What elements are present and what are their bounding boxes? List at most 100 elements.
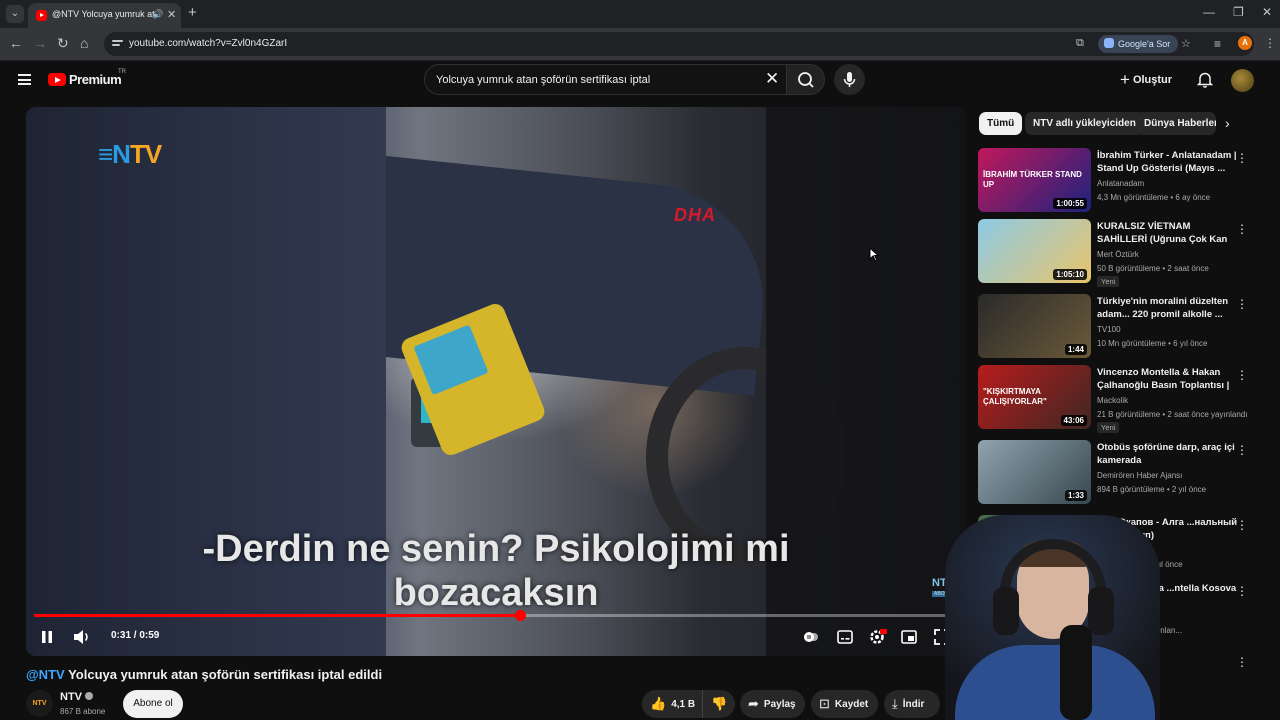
channel-hashtag[interactable]: @NTV [26, 667, 65, 682]
browser-tab[interactable]: @NTV Yolcuya yumruk atan 🔊 ✕ [28, 3, 181, 28]
subscribe-button[interactable]: Abone ol [123, 690, 183, 718]
headset-earcup-left [993, 587, 1019, 635]
bookmark-star-icon[interactable]: ☆ [1181, 37, 1191, 50]
chevron-right-icon[interactable]: › [1225, 115, 1230, 131]
thumbnail-text: İBRAHİM TÜRKER STAND UP [983, 170, 1082, 189]
create-button[interactable]: + Oluştur [1120, 70, 1172, 90]
more-actions-icon[interactable]: ⋮ [1236, 297, 1248, 311]
back-icon[interactable]: ← [9, 36, 23, 50]
maximize-icon[interactable]: ❐ [1233, 5, 1244, 19]
channel-avatar[interactable]: NTV [26, 690, 53, 717]
chip-world-news[interactable]: Dünya Haberleri [1136, 112, 1216, 135]
more-actions-icon[interactable]: ⋮ [1236, 443, 1248, 457]
more-actions-icon[interactable]: ⋮ [1236, 655, 1248, 669]
window-close-icon[interactable]: ✕ [1262, 5, 1272, 19]
tab-close-icon[interactable]: ✕ [167, 8, 176, 21]
reload-icon[interactable]: ↻ [57, 36, 69, 50]
browser-menu-icon[interactable]: ⋮ [1264, 36, 1276, 50]
browser-tab-strip: ⌄ @NTV Yolcuya yumruk atan 🔊 ✕ + — ❐ ✕ [0, 0, 1280, 28]
download-button[interactable]: ⤓ İndir [884, 690, 940, 718]
notifications-bell-icon[interactable] [1196, 71, 1214, 88]
recommendation-thumbnail[interactable]: 1:05:10 [978, 219, 1091, 283]
more-actions-icon[interactable]: ⋮ [1236, 584, 1248, 598]
recommendation-item[interactable]: İBRAHİM TÜRKER STAND UP 1:00:55 İbrahim Tü… [978, 148, 1268, 214]
recommendation-meta: 10 Mn görüntüleme • 6 yıl önce [1097, 339, 1208, 348]
more-actions-icon[interactable]: ⋮ [1236, 151, 1248, 165]
recommendation-item[interactable]: 1:33 Otobüs şoförüne darp, araç içi kamer… [978, 440, 1268, 506]
recommendation-channel[interactable]: Mackolik [1097, 396, 1128, 405]
recommendation-thumbnail[interactable]: 1:33 [978, 440, 1091, 504]
recommendation-title[interactable]: İbrahim Türker - Anlatanadam | Stand Up … [1097, 149, 1239, 175]
recommendation-item[interactable]: 1:05:10 KURALSIZ VİETNAM SAHİLLERİ (Uğrun… [978, 219, 1268, 287]
recommendation-thumbnail[interactable]: "KIŞKIRTMAYA ÇALIŞIYORLAR" 43:06 [978, 365, 1091, 429]
youtube-logo-icon[interactable] [48, 73, 66, 86]
search-icon [798, 72, 814, 88]
settings-gear-icon[interactable] [869, 628, 887, 646]
share-button[interactable]: ➦ Paylaş [740, 690, 805, 718]
video-title: @NTV Yolcuya yumruk atan şoförün sertifi… [26, 667, 382, 682]
thumbs-down-icon: 👎 [711, 696, 728, 711]
search-button[interactable] [786, 64, 825, 95]
channel-name[interactable]: NTV [60, 691, 93, 703]
new-badge: Yeni [1097, 276, 1120, 287]
recommendation-title[interactable]: KURALSIZ VİETNAM SAHİLLERİ (Uğruna Çok K… [1097, 220, 1239, 247]
tab-title: @NTV Yolcuya yumruk atan [52, 9, 154, 19]
recommendation-meta: 894 B görüntüleme • 2 yıl önce [1097, 485, 1207, 494]
video-title-text: Yolcuya yumruk atan şoförün sertifikası … [68, 667, 383, 682]
chip-from-uploader[interactable]: NTV adlı yükleyiciden [1025, 112, 1144, 135]
url-text[interactable]: youtube.com/watch?v=Zvl0n4GZarI [129, 38, 287, 49]
more-actions-icon[interactable]: ⋮ [1236, 518, 1248, 532]
ask-google-button[interactable]: Google'a Sor [1098, 35, 1179, 53]
verified-icon [85, 692, 93, 700]
recommendation-channel[interactable]: Anlatanadam [1097, 179, 1144, 188]
new-tab-button[interactable]: + [188, 5, 197, 21]
recommendation-thumbnail[interactable]: 1:44 [978, 294, 1091, 358]
dislike-button[interactable]: 👎 [702, 690, 735, 718]
search-input[interactable]: Yolcuya yumruk atan şoförün sertifikası … [424, 64, 786, 95]
recommendation-channel[interactable]: Mert Öztürk [1097, 250, 1139, 259]
youtube-logo-text[interactable]: Premium [69, 72, 122, 87]
time-display: 0:31 / 0:59 [111, 630, 160, 641]
forward-icon[interactable]: → [33, 36, 47, 50]
search-query[interactable]: Yolcuya yumruk atan şoförün sertifikası … [436, 74, 650, 86]
progress-bar[interactable] [34, 610, 960, 621]
account-avatar[interactable] [1231, 69, 1254, 92]
recommendation-item[interactable]: 1:44 Türkiye'nin moralini düzelten adam..… [978, 294, 1268, 360]
address-bar[interactable]: youtube.com/watch?v=Zvl0n4GZarI ⧉ Google… [104, 32, 1254, 56]
ask-google-label: Google'a Sor [1118, 39, 1171, 49]
minimize-icon[interactable]: — [1203, 5, 1215, 19]
site-info-icon[interactable] [112, 38, 123, 49]
tab-search-button[interactable]: ⌄ [6, 5, 24, 23]
cast-icon[interactable]: ⧉ [1076, 37, 1084, 50]
clear-search-icon[interactable]: ✕ [765, 70, 779, 88]
subtitles-icon[interactable] [837, 630, 853, 644]
ntv-logo: ≡NTV [98, 139, 162, 169]
recommendation-title[interactable]: Otobüs şoförüne darp, araç içi kamerada [1097, 441, 1239, 467]
like-button[interactable]: 👍 4,1 B [642, 690, 702, 718]
recommendation-channel[interactable]: TV100 [1097, 325, 1121, 334]
chip-all[interactable]: Tümü [979, 112, 1023, 135]
headset-earcup-right [1088, 587, 1114, 635]
recommendation-thumbnail[interactable]: İBRAHİM TÜRKER STAND UP 1:00:55 [978, 148, 1091, 212]
guide-menu-icon[interactable] [18, 74, 31, 85]
voice-search-button[interactable] [834, 64, 865, 95]
microphone-stand [1060, 625, 1092, 720]
tab-audio-icon[interactable]: 🔊 [152, 9, 163, 20]
channel-name-text[interactable]: NTV [60, 691, 82, 703]
video-player[interactable]: ≡NTV DHA -Derdin ne senin? Psikolojimi m… [26, 107, 966, 656]
dha-logo: DHA [674, 205, 716, 225]
more-actions-icon[interactable]: ⋮ [1236, 222, 1248, 236]
recommendation-title[interactable]: Vincenzo Montella & Hakan Çalhanoğlu Bas… [1097, 366, 1239, 393]
recommendation-title[interactable]: Türkiye'nin moralini düzelten adam... 22… [1097, 295, 1239, 321]
reading-list-icon[interactable]: ≡ [1214, 37, 1221, 51]
volume-icon[interactable] [73, 629, 91, 645]
profile-avatar[interactable]: A [1238, 36, 1252, 50]
save-button[interactable]: ⊡ Kaydet [811, 690, 878, 718]
home-icon[interactable]: ⌂ [80, 36, 88, 50]
more-actions-icon[interactable]: ⋮ [1236, 368, 1248, 382]
recommendation-item[interactable]: "KIŞKIRTMAYA ÇALIŞIYORLAR" 43:06 Vincenzo … [978, 365, 1268, 433]
miniplayer-icon[interactable] [901, 630, 917, 644]
pause-icon[interactable] [41, 630, 53, 644]
autoplay-toggle-icon[interactable] [803, 629, 819, 645]
recommendation-channel[interactable]: Demirören Haber Ajansı [1097, 471, 1182, 480]
